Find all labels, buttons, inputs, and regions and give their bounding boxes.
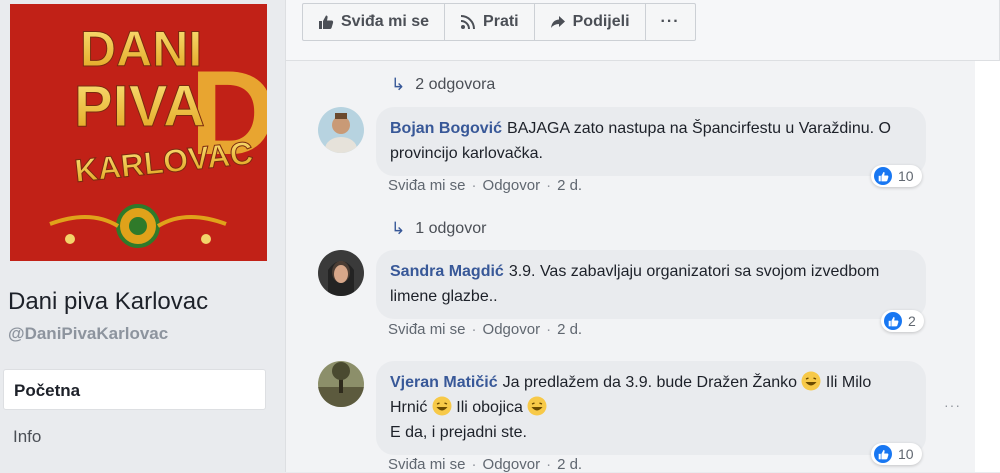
like-page-label: Sviđa mi se xyxy=(341,13,430,30)
comment-reply-link[interactable]: Odgovor xyxy=(483,177,541,194)
more-button[interactable]: ··· xyxy=(646,4,695,40)
cover-line-piva: PIVA xyxy=(74,74,205,139)
comment-text: Ja predlažem da 3.9. bude Dražen Žanko xyxy=(502,374,798,391)
page-action-bar: Sviđa mi se Prati Podijeli ··· xyxy=(285,0,1000,61)
view-replies-link[interactable]: ↳ 1 odgovor xyxy=(391,219,486,239)
avatar[interactable] xyxy=(318,107,364,153)
avatar[interactable] xyxy=(318,361,364,407)
laughing-emoji-icon xyxy=(527,396,547,416)
like-reaction-icon xyxy=(874,167,892,185)
reply-arrow-icon: ↳ xyxy=(391,219,406,238)
thumbs-up-icon xyxy=(319,15,334,29)
share-arrow-icon xyxy=(550,16,565,28)
page-cover-image[interactable]: D DANI PIVA KARLOVAC xyxy=(10,4,267,261)
page-handle[interactable]: @DaniPivaKarlovac xyxy=(8,324,168,344)
comment-timestamp[interactable]: 2 d. xyxy=(557,321,582,338)
scrollbar[interactable] xyxy=(975,61,1000,472)
nav-item-home[interactable]: Početna xyxy=(3,369,266,410)
comment-reactions[interactable]: 10 xyxy=(871,165,922,187)
comment-reactions[interactable]: 2 xyxy=(881,310,924,332)
comment-like-link[interactable]: Sviđa mi se xyxy=(388,177,466,194)
nav-item-info[interactable]: Info xyxy=(13,427,41,447)
comment-actions: Sviđa mi se · Odgovor · 2 d. xyxy=(388,177,583,194)
follow-label: Prati xyxy=(483,13,519,30)
comment-options-icon[interactable]: ··· xyxy=(944,397,961,413)
reaction-count: 10 xyxy=(898,446,914,462)
laughing-emoji-icon xyxy=(801,371,821,391)
comment-author[interactable]: Vjeran Matičić xyxy=(390,374,498,391)
reaction-count: 10 xyxy=(898,168,914,184)
comments-list: ↳ 2 odgovora Bojan Bogović BAJAGA zato na… xyxy=(286,61,976,473)
follow-button[interactable]: Prati xyxy=(445,4,535,40)
nav-item-home-label: Početna xyxy=(14,381,81,400)
more-icon: ··· xyxy=(660,13,680,30)
comment-reactions[interactable]: 10 xyxy=(871,443,922,465)
comment-text: E da, i prejadni ste. xyxy=(390,424,527,441)
view-replies-link[interactable]: ↳ 2 odgovora xyxy=(391,75,495,95)
comments-panel: ↳ 2 odgovora Bojan Bogović BAJAGA zato na… xyxy=(285,61,1000,473)
share-button[interactable]: Podijeli xyxy=(535,4,646,40)
view-replies-label: 1 odgovor xyxy=(415,220,487,237)
comment-reply-link[interactable]: Odgovor xyxy=(483,321,541,338)
view-replies-label: 2 odgovora xyxy=(415,76,496,93)
comment-like-link[interactable]: Sviđa mi se xyxy=(388,321,466,338)
reaction-count: 2 xyxy=(908,313,916,329)
comment-bubble: Sandra Magdić 3.9. Vas zabavljaju organiz… xyxy=(376,250,926,319)
share-label: Podijeli xyxy=(572,13,630,30)
cover-line-dani: DANI xyxy=(80,21,202,77)
comment-bubble: Vjeran Matičić Ja predlažem da 3.9. bude … xyxy=(376,361,926,455)
like-reaction-icon xyxy=(874,445,892,463)
comment-actions: Sviđa mi se · Odgovor · 2 d. xyxy=(388,321,583,338)
comment-like-link[interactable]: Sviđa mi se xyxy=(388,456,466,473)
rss-icon xyxy=(460,15,476,30)
comment-reply-link[interactable]: Odgovor xyxy=(483,456,541,473)
avatar[interactable] xyxy=(318,250,364,296)
comment-author[interactable]: Bojan Bogović xyxy=(390,120,502,137)
laughing-emoji-icon xyxy=(432,396,452,416)
reply-arrow-icon: ↳ xyxy=(391,75,406,94)
comment-author[interactable]: Sandra Magdić xyxy=(390,263,504,280)
like-reaction-icon xyxy=(884,312,902,330)
comment-bubble: Bojan Bogović BAJAGA zato nastupa na Špan… xyxy=(376,107,926,176)
comment-text: Ili obojica xyxy=(456,399,523,416)
comment-actions: Sviđa mi se · Odgovor · 2 d. xyxy=(388,456,583,473)
like-page-button[interactable]: Sviđa mi se xyxy=(303,4,446,40)
comment-timestamp[interactable]: 2 d. xyxy=(557,456,582,473)
comment-timestamp[interactable]: 2 d. xyxy=(557,177,582,194)
page-title[interactable]: Dani piva Karlovac xyxy=(8,288,208,316)
page-action-buttons: Sviđa mi se Prati Podijeli ··· xyxy=(302,3,696,41)
